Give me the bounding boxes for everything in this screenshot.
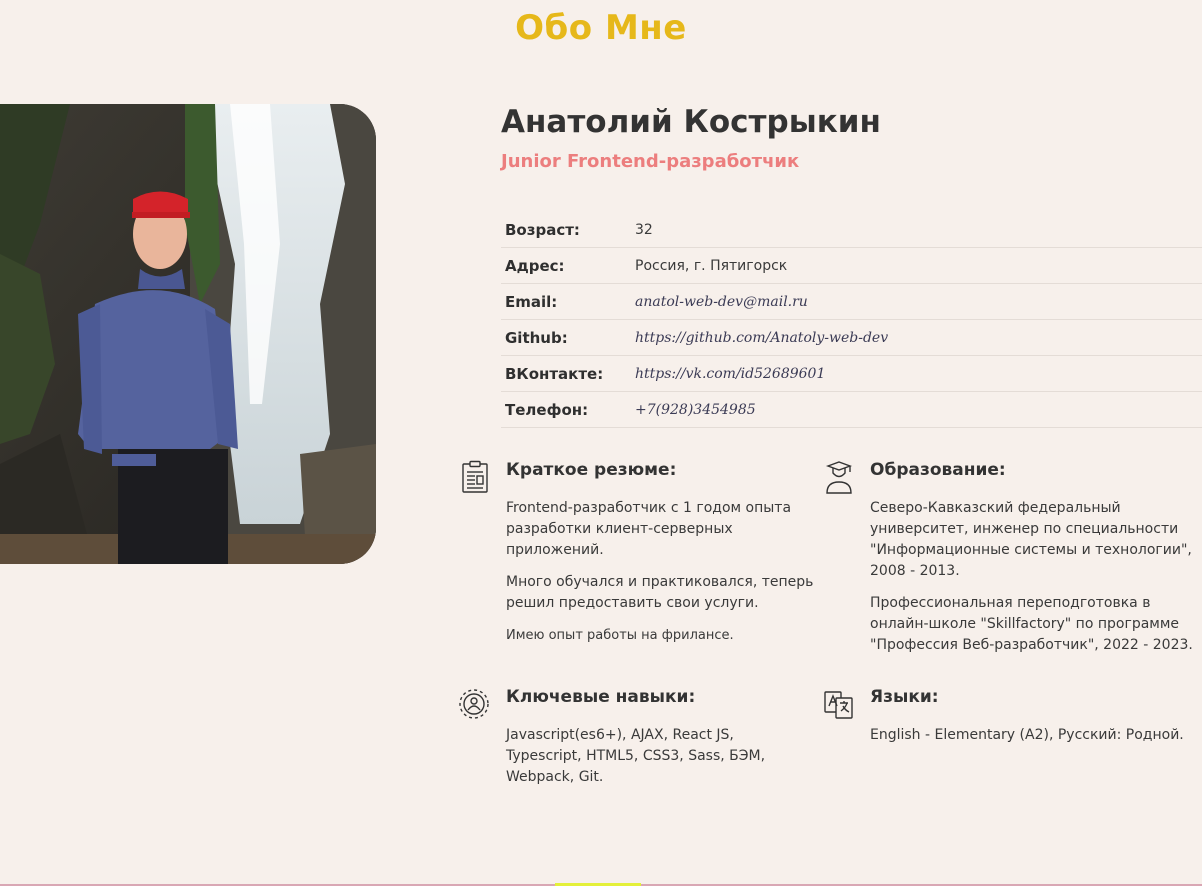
info-label: Возраст: — [501, 212, 631, 248]
info-row-address: Адрес: Россия, г. Пятигорск — [501, 247, 1202, 284]
info-value-age: 32 — [631, 212, 1202, 248]
languages-paragraph: English - Elementary (A2), Русский: Родн… — [870, 727, 1184, 743]
phone-link[interactable]: +7(928)3454985 — [631, 391, 1202, 428]
info-label: Адрес: — [501, 247, 631, 284]
translate-icon — [824, 687, 856, 721]
education-paragraph: Профессиональная переподготовка в онлайн… — [870, 595, 1193, 653]
summary-title: Краткое резюме: — [506, 460, 677, 480]
contact-info-table: Возраст: 32 Адрес: Россия, г. Пятигорск … — [501, 212, 1202, 428]
education-title: Образование: — [870, 460, 1006, 480]
resume-document-icon — [460, 460, 492, 494]
skills-paragraph: Javascript(es6+), AJAX, React JS, Typesc… — [506, 727, 766, 785]
info-label: Github: — [501, 319, 631, 356]
info-label: Email: — [501, 283, 631, 320]
summary-paragraph: Много обучался и практиковался, теперь р… — [506, 574, 814, 611]
profile-role: Junior Frontend-разработчик — [501, 151, 800, 172]
languages-title: Языки: — [870, 687, 939, 707]
graduate-icon — [824, 460, 856, 494]
github-link[interactable]: https://github.com/Anatoly-web-dev — [631, 319, 1202, 356]
profile-photo — [0, 104, 376, 564]
info-label: ВКонтакте: — [501, 355, 631, 392]
page-title: Обо Мне — [515, 8, 687, 48]
email-link[interactable]: anatol-web-dev@mail.ru — [631, 283, 1202, 320]
profile-name: Анатолий Кострыкин — [501, 104, 881, 140]
info-row-github: Github: https://github.com/Anatoly-web-d… — [501, 319, 1202, 356]
summary-paragraph: Frontend-разработчик с 1 годом опыта раз… — [506, 500, 792, 558]
info-row-email: Email: anatol-web-dev@mail.ru — [501, 283, 1202, 320]
info-label: Телефон: — [501, 391, 631, 428]
vk-link[interactable]: https://vk.com/id52689601 — [631, 355, 1202, 392]
info-value-address: Россия, г. Пятигорск — [631, 247, 1202, 284]
summary-paragraph: Имею опыт работы на фрилансе. — [506, 628, 734, 643]
info-row-phone: Телефон: +7(928)3454985 — [501, 391, 1202, 428]
info-row-vk: ВКонтакте: https://vk.com/id52689601 — [501, 355, 1202, 392]
skills-title: Ключевые навыки: — [506, 687, 696, 707]
education-paragraph: Северо-Кавказский федеральный университе… — [870, 500, 1192, 579]
gear-user-icon — [457, 687, 489, 721]
info-row-age: Возраст: 32 — [501, 212, 1202, 248]
